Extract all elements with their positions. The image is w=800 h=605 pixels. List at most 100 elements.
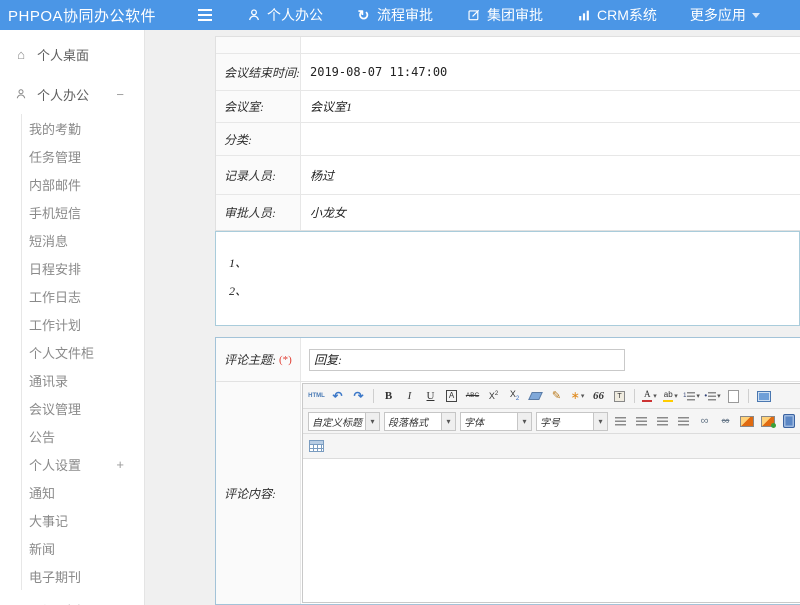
sidebar-item-12[interactable]: 会议管理 bbox=[21, 394, 144, 422]
bold-button[interactable]: B bbox=[379, 388, 398, 405]
sidebar-item-label: 个人文件柜 bbox=[29, 343, 94, 362]
font-border-button[interactable]: A bbox=[442, 388, 461, 405]
nav-label: 更多应用 bbox=[690, 5, 746, 25]
sidebar-item-17[interactable]: 新闻 bbox=[21, 534, 144, 562]
sidebar-item-15[interactable]: 通知 bbox=[21, 478, 144, 506]
font-color-icon: A▾ bbox=[642, 390, 657, 402]
form-row: 会议室:会议室1 bbox=[216, 90, 800, 122]
insert-image-button[interactable] bbox=[758, 413, 777, 430]
form-row: 会议结束时间:2019-08-07 11:47:00 bbox=[216, 53, 800, 90]
sidebar-item-7[interactable]: 日程安排 bbox=[21, 254, 144, 282]
sidebar-item-label: 日程安排 bbox=[29, 259, 81, 278]
sidebar-item-8[interactable]: 工作日志 bbox=[21, 282, 144, 310]
sidebar-item-2[interactable]: 我的考勤 bbox=[21, 114, 144, 142]
new-page-icon bbox=[728, 390, 739, 403]
highlight-button[interactable]: ab▾ bbox=[661, 388, 680, 405]
chevron-down-icon: ▾ bbox=[593, 413, 607, 430]
comment-subject-input[interactable] bbox=[309, 349, 625, 371]
underline-button[interactable]: U bbox=[421, 388, 440, 405]
table-button[interactable] bbox=[307, 438, 326, 455]
size-select[interactable]: 字号▾ bbox=[536, 412, 608, 431]
comment-subject-label-cell: 评论主题: (*) bbox=[216, 338, 301, 381]
note-line: 2、 bbox=[229, 277, 799, 305]
top-header: PHPOA协同办公软件 个人办公 ↻ 流程审批 集团审批 CRM系统 更 bbox=[0, 0, 800, 30]
media-button[interactable] bbox=[779, 413, 798, 430]
strikethrough-button[interactable]: ABC bbox=[463, 388, 482, 405]
align-right-button[interactable] bbox=[653, 413, 672, 430]
nav-process-approval[interactable]: ↻ 流程审批 bbox=[356, 5, 433, 25]
autotypeset-button[interactable]: ∗▾ bbox=[568, 388, 587, 405]
comment-content-label: 评论内容: bbox=[224, 485, 276, 502]
nav-personal-office[interactable]: 个人办公 bbox=[246, 5, 323, 25]
sidebar-item-14[interactable]: 个人设置+ bbox=[21, 450, 144, 478]
chevron-down-icon: ▾ bbox=[441, 413, 455, 430]
table-icon bbox=[309, 440, 324, 452]
editor-content-area[interactable] bbox=[303, 459, 800, 602]
link-button[interactable]: ∞ bbox=[695, 413, 714, 430]
unordered-list-button[interactable]: •▾ bbox=[703, 388, 722, 405]
menu-toggle-button[interactable] bbox=[192, 0, 218, 30]
sidebar-item-label: 工作日志 bbox=[29, 287, 81, 306]
sidebar: ⌂个人桌面个人办公−我的考勤任务管理内部邮件手机短信短消息日程安排工作日志工作计… bbox=[0, 30, 145, 605]
sidebar-item-13[interactable]: 公告 bbox=[21, 422, 144, 450]
sidebar-item-0[interactable]: ⌂个人桌面 bbox=[0, 34, 144, 74]
subscript-button[interactable]: X2 bbox=[505, 388, 524, 405]
toolbar-row-3 bbox=[303, 434, 800, 459]
align-justify-button[interactable] bbox=[674, 413, 693, 430]
sidebar-item-19[interactable]: ↻流程审批+ bbox=[0, 590, 144, 605]
expand-icon[interactable]: + bbox=[116, 457, 124, 472]
fullscreen-icon bbox=[757, 391, 771, 402]
format-brush-button[interactable]: ✎ bbox=[547, 388, 566, 405]
italic-icon: I bbox=[408, 391, 412, 402]
align-left-button[interactable] bbox=[611, 413, 630, 430]
source-button[interactable]: HTML bbox=[307, 388, 326, 405]
sidebar-item-4[interactable]: 内部邮件 bbox=[21, 170, 144, 198]
heading-select[interactable]: 自定义标题▾ bbox=[308, 412, 380, 431]
nav-crm-system[interactable]: CRM系统 bbox=[576, 5, 657, 25]
sidebar-item-5[interactable]: 手机短信 bbox=[21, 198, 144, 226]
image-button[interactable] bbox=[737, 413, 756, 430]
blockquote-button[interactable]: 66 bbox=[589, 388, 608, 405]
sidebar-item-11[interactable]: 通讯录 bbox=[21, 366, 144, 394]
ordered-list-button[interactable]: 1▾ bbox=[682, 388, 701, 405]
paragraph-select-label: 段落格式 bbox=[385, 414, 441, 429]
sidebar-item-9[interactable]: 工作计划 bbox=[21, 310, 144, 338]
form-row-label: 记录人员: bbox=[216, 156, 301, 194]
edit-icon bbox=[466, 8, 481, 23]
collapse-icon[interactable]: − bbox=[116, 87, 124, 102]
form-rows: 会议结束时间:2019-08-07 11:47:00会议室:会议室1分类:记录人… bbox=[216, 53, 800, 230]
sidebar-item-label: 会议管理 bbox=[29, 399, 81, 418]
sidebar-item-10[interactable]: 个人文件柜 bbox=[21, 338, 144, 366]
sidebar-item-1[interactable]: 个人办公− bbox=[0, 74, 144, 114]
sidebar-item-18[interactable]: 电子期刊 bbox=[21, 562, 144, 590]
sidebar-item-label: 个人桌面 bbox=[37, 45, 89, 64]
sidebar-item-6[interactable]: 短消息 bbox=[21, 226, 144, 254]
font-border-icon: A bbox=[446, 390, 456, 402]
paste-word-icon: T bbox=[614, 391, 624, 402]
redo-button[interactable]: ↷ bbox=[349, 388, 368, 405]
nav-more-apps[interactable]: 更多应用 bbox=[690, 5, 760, 25]
sidebar-item-16[interactable]: 大事记 bbox=[21, 506, 144, 534]
paste-word-button[interactable]: T bbox=[610, 388, 629, 405]
size-select-label: 字号 bbox=[537, 414, 593, 429]
align-left-icon bbox=[615, 417, 626, 426]
superscript-button[interactable]: X2 bbox=[484, 388, 503, 405]
form-row-value: 小龙女 bbox=[301, 195, 800, 230]
font-color-button[interactable]: A▾ bbox=[640, 388, 659, 405]
autotypeset-icon: ∗▾ bbox=[571, 391, 585, 402]
paragraph-select[interactable]: 段落格式▾ bbox=[384, 412, 456, 431]
italic-button[interactable]: I bbox=[400, 388, 419, 405]
font-select[interactable]: 字体▾ bbox=[460, 412, 532, 431]
eraser-button[interactable] bbox=[526, 388, 545, 405]
new-page-button[interactable] bbox=[724, 388, 743, 405]
app-title: PHPOA协同办公软件 bbox=[0, 5, 192, 26]
unlink-button[interactable]: ∞ bbox=[716, 413, 735, 430]
comment-subject-label: 评论主题: bbox=[224, 351, 276, 368]
nav-group-approval[interactable]: 集团审批 bbox=[466, 5, 543, 25]
sidebar-item-3[interactable]: 任务管理 bbox=[21, 142, 144, 170]
undo-button[interactable]: ↶ bbox=[328, 388, 347, 405]
form-row-label: 会议室: bbox=[216, 91, 301, 122]
unlink-icon: ∞ bbox=[722, 416, 730, 427]
align-center-button[interactable] bbox=[632, 413, 651, 430]
fullscreen-button[interactable] bbox=[754, 388, 773, 405]
